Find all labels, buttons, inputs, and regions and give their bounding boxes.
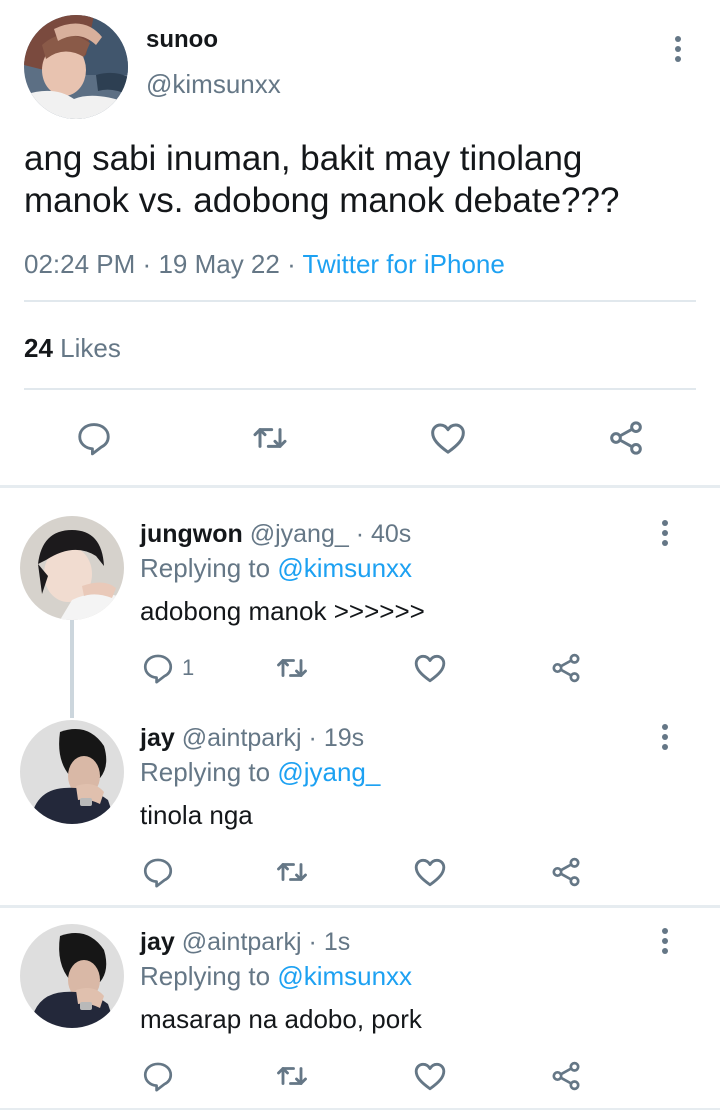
- meta-separator: ·: [142, 249, 152, 279]
- reply-icon[interactable]: [140, 854, 176, 890]
- avatar-sunoo[interactable]: [24, 15, 128, 119]
- avatar-jungwon[interactable]: [20, 516, 124, 620]
- share-icon[interactable]: [604, 416, 648, 460]
- section-divider: [0, 485, 720, 488]
- tweet-meta: 02:24 PM · 19 May 22 · Twitter for iPhon…: [24, 248, 505, 280]
- replying-to: Replying to @kimsunxx: [140, 552, 412, 584]
- reply-icon[interactable]: [140, 1058, 176, 1094]
- reply-text: masarap na adobo, pork: [140, 1004, 422, 1034]
- reply-icon[interactable]: [140, 650, 176, 686]
- like-icon[interactable]: [426, 416, 470, 460]
- share-icon[interactable]: [548, 854, 584, 890]
- likes-stat[interactable]: 24 Likes: [24, 332, 121, 364]
- tweet-source-link[interactable]: Twitter for iPhone: [303, 249, 505, 279]
- reply-action-bar: 1: [140, 650, 600, 690]
- tweet-text-line-1: ang sabi inuman, bakit may tinolang: [24, 139, 583, 178]
- more-options-icon[interactable]: [663, 29, 693, 69]
- bottom-divider: [0, 1108, 720, 1110]
- replying-to-label: Replying to: [140, 553, 271, 583]
- reply-display-name[interactable]: jungwon: [140, 520, 243, 548]
- share-icon[interactable]: [548, 650, 584, 686]
- reply-handle[interactable]: @aintparkj: [182, 724, 302, 752]
- reply-header: jay @aintparkj · 1s: [140, 926, 350, 958]
- more-options-icon[interactable]: [650, 513, 680, 553]
- reply-handle[interactable]: @aintparkj: [182, 928, 302, 956]
- reply-display-name[interactable]: jay: [140, 724, 175, 752]
- retweet-icon[interactable]: [248, 416, 292, 460]
- reply-header: jungwon @jyang_ · 40s: [140, 518, 411, 550]
- divider: [24, 300, 696, 302]
- reply-count: 1: [182, 655, 195, 680]
- reply-display-name[interactable]: jay: [140, 928, 175, 956]
- reply-handle[interactable]: @jyang_: [250, 520, 349, 548]
- divider: [24, 388, 696, 390]
- tweet-text: ang sabi inuman, bakit may tinolang mano…: [24, 138, 619, 222]
- reply-header: jay @aintparkj · 19s: [140, 722, 364, 754]
- author-display-name[interactable]: sunoo: [146, 24, 218, 56]
- reply-text: adobong manok >>>>>>: [140, 596, 425, 626]
- replying-to-handle[interactable]: @kimsunxx: [277, 553, 412, 583]
- reply-icon[interactable]: [72, 416, 116, 460]
- reply-time: · 1s: [308, 928, 351, 956]
- replying-to-handle[interactable]: @kimsunxx: [277, 961, 412, 991]
- author-handle[interactable]: @kimsunxx: [146, 68, 281, 100]
- more-options-icon[interactable]: [650, 717, 680, 757]
- retweet-icon[interactable]: [274, 650, 310, 686]
- replying-to-label: Replying to: [140, 961, 271, 991]
- meta-separator: ·: [287, 249, 296, 279]
- likes-count: 24: [24, 333, 53, 363]
- share-icon[interactable]: [548, 1058, 584, 1094]
- reply-action-bar: [140, 854, 600, 894]
- like-icon[interactable]: [412, 650, 448, 686]
- likes-label: Likes: [60, 333, 121, 363]
- avatar-jay[interactable]: [20, 924, 124, 1028]
- replying-to: Replying to @kimsunxx: [140, 960, 412, 992]
- reply-time: · 19s: [308, 724, 365, 752]
- reply-text: tinola nga: [140, 800, 253, 830]
- thread-line: [70, 620, 74, 718]
- reply-time: · 40s: [355, 520, 412, 548]
- replying-to-label: Replying to: [140, 757, 271, 787]
- retweet-icon[interactable]: [274, 1058, 310, 1094]
- reply-action-bar: [140, 1058, 600, 1098]
- tweet-time: 02:24 PM: [24, 249, 136, 279]
- like-icon[interactable]: [412, 854, 448, 890]
- section-divider: [0, 905, 720, 908]
- more-options-icon[interactable]: [650, 921, 680, 961]
- tweet-text-line-2: manok vs. adobong manok debate???: [24, 181, 620, 220]
- retweet-icon[interactable]: [274, 854, 310, 890]
- replying-to: Replying to @jyang_: [140, 756, 380, 788]
- avatar-jay[interactable]: [20, 720, 124, 824]
- replying-to-handle[interactable]: @jyang_: [277, 757, 380, 787]
- tweet-date: 19 May 22: [158, 249, 280, 279]
- like-icon[interactable]: [412, 1058, 448, 1094]
